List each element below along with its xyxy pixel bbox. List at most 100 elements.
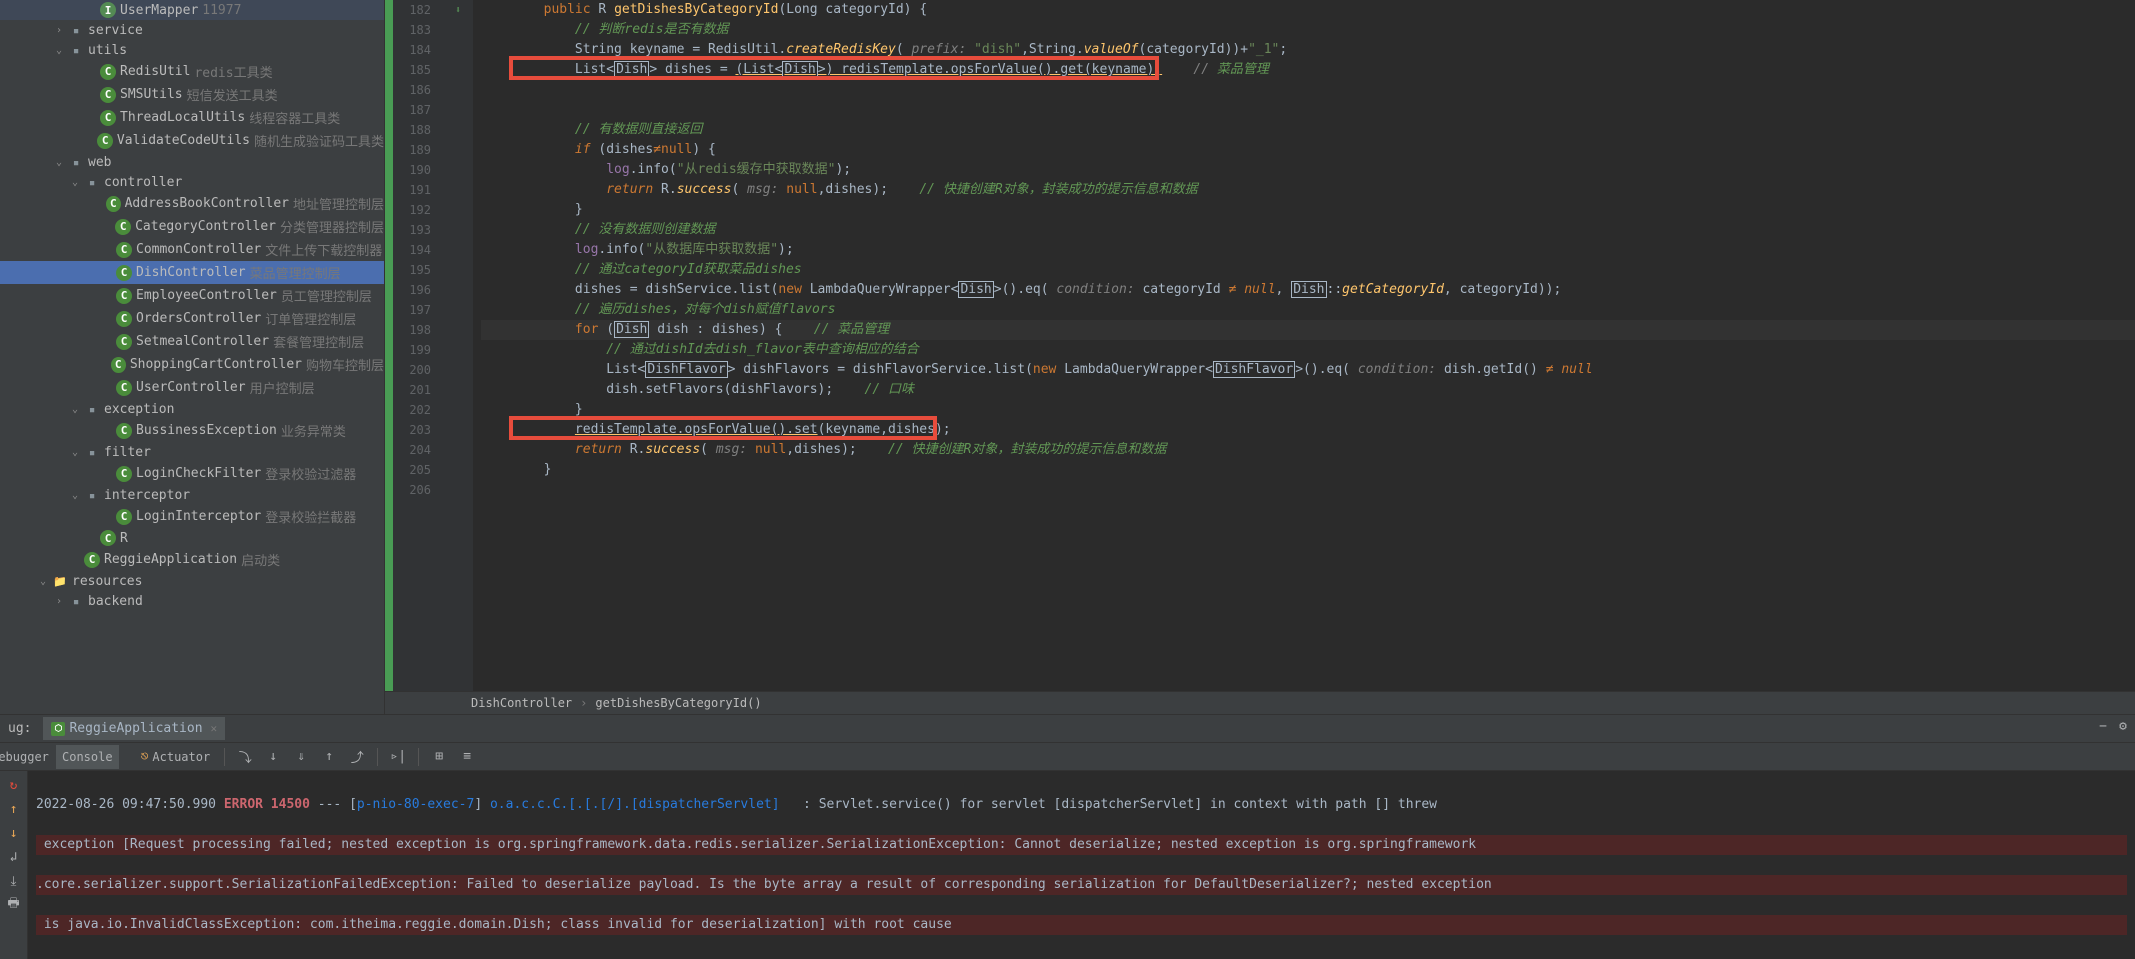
tree-item-label: UserController (136, 380, 246, 395)
debug-side-toolbar: ↻ ↑ ↓ ↲ ⤓ 🖶 (0, 771, 28, 959)
tree-item-service[interactable]: ›▪service (0, 20, 384, 40)
tree-item-utils[interactable]: ⌄▪utils (0, 40, 384, 60)
change-gutter (385, 0, 393, 691)
class-icon: C (100, 530, 116, 546)
tree-item-bussinessexception[interactable]: CBussinessException业务异常类 (0, 419, 384, 442)
tree-item-label: RedisUtil (120, 64, 190, 79)
breadcrumb-method[interactable]: getDishesByCategoryId() (595, 696, 761, 710)
console-output[interactable]: 2022-08-26 09:47:50.990 ERROR 14500 --- … (28, 771, 2135, 959)
tree-item-hint: 随机生成验证码工具类 (254, 131, 384, 150)
class-icon: C (116, 265, 132, 281)
chevron-icon[interactable]: › (56, 596, 68, 607)
close-icon[interactable]: ✕ (211, 722, 218, 735)
tree-item-logincheckfilter[interactable]: CLoginCheckFilter登录校验过滤器 (0, 462, 384, 485)
actuator-tab[interactable]: ⎋Actuator (135, 745, 217, 769)
tree-item-backend[interactable]: ›▪backend (0, 591, 384, 611)
override-icon[interactable]: ⬇ (455, 5, 461, 16)
tree-item-shoppingcartcontroller[interactable]: CShoppingCartController购物车控制层 (0, 353, 384, 376)
tree-item-label: utils (88, 43, 127, 58)
debug-run-tab[interactable]: ⬡ ReggieApplication ✕ (43, 717, 225, 740)
tree-item-label: R (120, 531, 128, 546)
tree-item-label: interceptor (104, 488, 190, 503)
tree-item-reggieapplication[interactable]: CReggieApplication启动类 (0, 548, 384, 571)
class-icon: C (116, 242, 132, 258)
tree-item-logininterceptor[interactable]: CLoginInterceptor登录校验拦截器 (0, 505, 384, 528)
tree-item-hint: 启动类 (241, 550, 280, 569)
package-icon: ▪ (68, 22, 84, 38)
tree-item-hint: 线程容器工具类 (249, 108, 340, 127)
scroll-end-icon[interactable]: ⤓ (4, 871, 24, 891)
breadcrumb[interactable]: DishController › getDishesByCategoryId() (385, 691, 2135, 714)
tree-item-label: filter (104, 445, 151, 460)
tree-item-smsutils[interactable]: CSMSUtils短信发送工具类 (0, 83, 384, 106)
tree-item-addressbookcontroller[interactable]: CAddressBookController地址管理控制层 (0, 192, 384, 215)
tree-item-exception[interactable]: ⌄▪exception (0, 399, 384, 419)
rerun-icon[interactable]: ↻ (4, 775, 24, 795)
console-tab[interactable]: Console (56, 745, 119, 769)
breadcrumb-class[interactable]: DishController (471, 696, 572, 710)
down-icon[interactable]: ↓ (4, 823, 24, 843)
class-icon: C (97, 133, 113, 149)
line-numbers: 1821831841851861871881891901911921931941… (393, 0, 443, 691)
chevron-icon[interactable]: › (56, 25, 68, 36)
tree-item-hint: 11977 (202, 3, 241, 18)
tree-item-threadlocalutils[interactable]: CThreadLocalUtils线程容器工具类 (0, 106, 384, 129)
tree-item-dishcontroller[interactable]: CDishController菜品管理控制层 (0, 261, 384, 284)
chevron-icon[interactable]: ⌄ (72, 447, 84, 458)
tree-item-hint: 菜品管理控制层 (250, 263, 341, 282)
print-icon[interactable]: 🖶 (4, 895, 24, 915)
run-to-cursor-icon[interactable]: ▹| (386, 745, 410, 769)
tree-item-hint: 文件上传下载控制器 (265, 240, 382, 259)
tree-item-usermapper[interactable]: IUserMapper11977 (0, 0, 384, 20)
folder-icon: 📁 (52, 573, 68, 589)
class-icon: C (116, 288, 132, 304)
minus-icon[interactable]: − (2099, 719, 2107, 734)
tree-item-hint: 员工管理控制层 (281, 286, 372, 305)
tree-item-orderscontroller[interactable]: COrdersController订单管理控制层 (0, 307, 384, 330)
trace-icon[interactable]: ≡ (455, 745, 479, 769)
tree-item-employeecontroller[interactable]: CEmployeeController员工管理控制层 (0, 284, 384, 307)
class-icon: C (106, 196, 121, 212)
tree-item-commoncontroller[interactable]: CCommonController文件上传下载控制器 (0, 238, 384, 261)
tree-item-label: SetmealController (136, 334, 269, 349)
chevron-icon[interactable]: ⌄ (56, 45, 68, 56)
tree-item-label: LoginCheckFilter (136, 466, 261, 481)
tree-item-label: resources (72, 574, 142, 589)
tree-item-usercontroller[interactable]: CUserController用户控制层 (0, 376, 384, 399)
project-tree[interactable]: IUserMapper11977›▪service⌄▪utilsCRedisUt… (0, 0, 385, 714)
evaluate-icon[interactable]: ⊞ (427, 745, 451, 769)
tree-item-controller[interactable]: ⌄▪controller (0, 172, 384, 192)
chevron-icon[interactable]: ⌄ (40, 576, 52, 587)
chevron-icon[interactable]: ⌄ (72, 404, 84, 415)
class-icon: C (116, 334, 132, 350)
tree-item-redisutil[interactable]: CRedisUtilredis工具类 (0, 60, 384, 83)
tree-item-resources[interactable]: ⌄📁 resources (0, 571, 384, 591)
tree-item-hint: 登录校验拦截器 (265, 507, 356, 526)
chevron-icon[interactable]: ⌄ (72, 490, 84, 501)
up-icon[interactable]: ↑ (4, 799, 24, 819)
tree-item-interceptor[interactable]: ⌄▪interceptor (0, 485, 384, 505)
debug-panel: ug: ⬡ ReggieApplication ✕ ⚙ − Debugger C… (0, 714, 2135, 959)
drop-frame-icon[interactable]: ⤴ (345, 745, 369, 769)
step-into-icon[interactable]: ↓ (261, 745, 285, 769)
soft-wrap-icon[interactable]: ↲ (4, 847, 24, 867)
tree-item-filter[interactable]: ⌄▪filter (0, 442, 384, 462)
debugger-tab[interactable]: Debugger (8, 745, 32, 769)
tree-item-hint: 业务异常类 (281, 421, 346, 440)
spring-icon: ⬡ (51, 722, 65, 736)
gear-icon[interactable]: ⚙ (2119, 719, 2127, 734)
step-out-icon[interactable]: ↑ (317, 745, 341, 769)
tree-item-validatecodeutils[interactable]: CValidateCodeUtils随机生成验证码工具类 (0, 129, 384, 152)
class-icon: C (116, 509, 132, 525)
chevron-icon[interactable]: ⌄ (56, 157, 68, 168)
step-over-icon[interactable]: ⤵ (233, 745, 257, 769)
chevron-icon[interactable]: ⌄ (72, 177, 84, 188)
code-content[interactable]: public R getDishesByCategoryId(Long cate… (473, 0, 2135, 691)
tree-item-categorycontroller[interactable]: CCategoryController分类管理器控制层 (0, 215, 384, 238)
package-icon: ▪ (84, 401, 100, 417)
tree-item-web[interactable]: ⌄▪web (0, 152, 384, 172)
tree-item-r[interactable]: CR (0, 528, 384, 548)
tree-item-setmealcontroller[interactable]: CSetmealController套餐管理控制层 (0, 330, 384, 353)
editor-area: 1821831841851861871881891901911921931941… (385, 0, 2135, 714)
force-step-into-icon[interactable]: ⇓ (289, 745, 313, 769)
